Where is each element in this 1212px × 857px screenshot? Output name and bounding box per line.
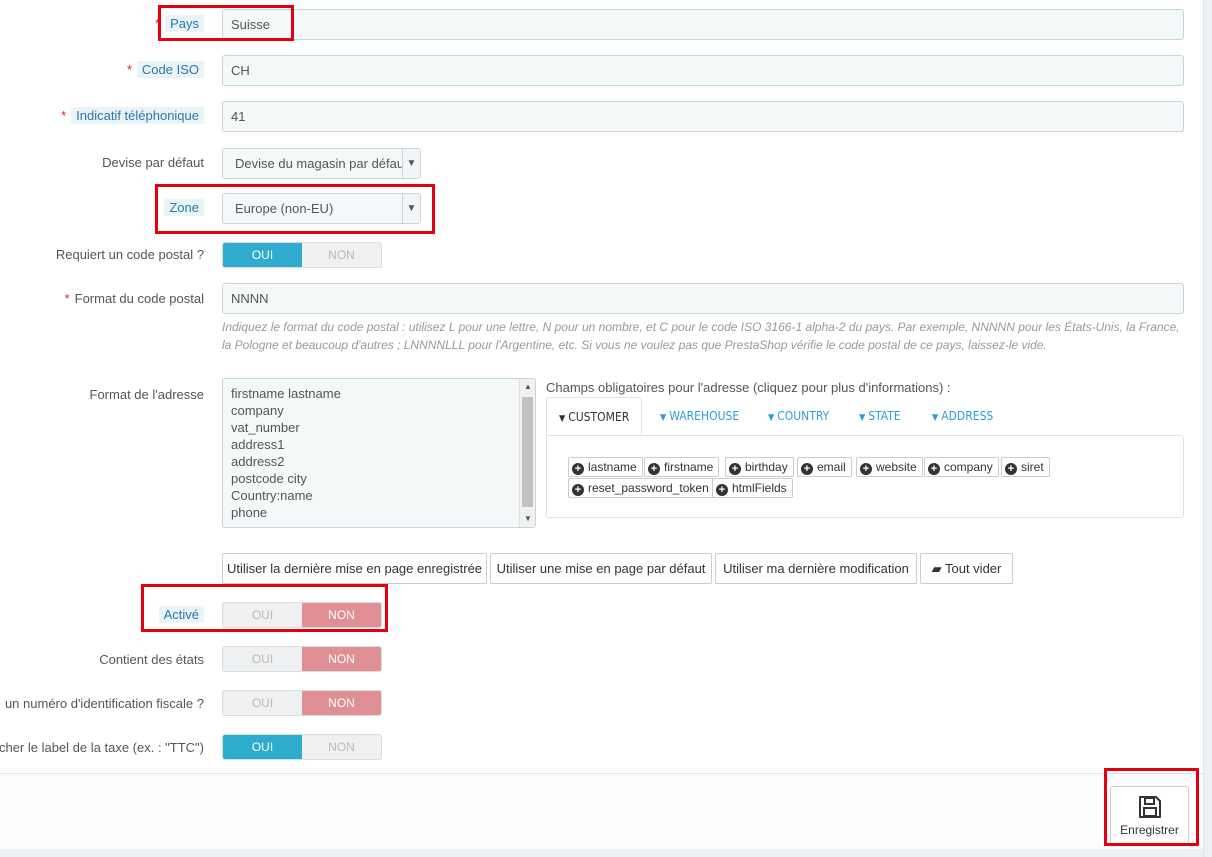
- field-chip-company[interactable]: + company: [924, 457, 999, 477]
- tax-id-switch[interactable]: OUI NON: [222, 690, 382, 716]
- form-footer: [0, 773, 1204, 849]
- tab-customer[interactable]: ▼ CUSTOMER: [546, 397, 643, 435]
- switch-no[interactable]: NON: [302, 243, 381, 267]
- zip-format-input[interactable]: NNNN: [222, 283, 1184, 314]
- tab-country[interactable]: ▼ COUNTRY: [768, 397, 829, 435]
- use-default-layout-button[interactable]: Utiliser une mise en page par défaut: [490, 553, 712, 584]
- currency-select-value: Devise du magasin par défaut: [235, 156, 408, 171]
- address-line: postcode city: [231, 471, 307, 486]
- highlight-box-save: [1104, 768, 1199, 846]
- required-fields-tabs: ▼ CUSTOMER ▼ WAREHOUSE ▼ COUNTRY ▼ STATE ▼ AD…: [546, 397, 1184, 437]
- tab-state[interactable]: ▼ STATE: [859, 397, 901, 435]
- plus-circle-icon: +: [1005, 463, 1017, 475]
- switch-yes[interactable]: OUI: [223, 243, 302, 267]
- contains-states-switch[interactable]: OUI NON: [222, 646, 382, 672]
- plus-circle-icon: +: [572, 484, 584, 496]
- address-line: Country:name: [231, 488, 313, 503]
- plus-circle-icon: +: [716, 484, 728, 496]
- phone-prefix-input[interactable]: 41: [222, 101, 1184, 132]
- scrollbar-thumb[interactable]: [522, 397, 533, 507]
- window-edge: [1203, 0, 1212, 857]
- address-line: company: [231, 403, 284, 418]
- address-line: address2: [231, 454, 285, 469]
- currency-label: Devise par défaut: [102, 155, 204, 170]
- country-edit-form: * Pays Suisse * Code ISO CH * Indicatif tél…: [0, 0, 1204, 857]
- plus-circle-icon: +: [801, 463, 813, 475]
- highlight-box-active: [141, 584, 388, 632]
- caret-down-icon: ▼: [559, 414, 566, 424]
- required-star: *: [64, 291, 70, 306]
- caret-down-icon: ▼: [859, 413, 866, 423]
- field-chip-website[interactable]: + website: [856, 457, 923, 477]
- use-last-saved-layout-button[interactable]: Utiliser la dernière mise en page enregi…: [222, 553, 487, 584]
- currency-select[interactable]: Devise du magasin par défaut ▼: [222, 148, 421, 179]
- highlight-box-zone: [155, 184, 435, 234]
- caret-down-icon: ▼: [660, 413, 667, 423]
- required-fields-panel: + lastname + firstname + birthday + email + w…: [546, 435, 1184, 518]
- eraser-icon: ▰: [931, 561, 942, 576]
- caret-down-icon: ▼: [768, 413, 775, 423]
- highlight-box-country: [158, 5, 294, 41]
- plus-circle-icon: +: [729, 463, 741, 475]
- zip-format-label: * Format du code postal: [64, 291, 204, 306]
- required-fields-title: Champs obligatoires pour l'adresse (cliq…: [546, 380, 951, 395]
- plus-circle-icon: +: [860, 463, 872, 475]
- tab-address[interactable]: ▼ ADDRESS: [932, 397, 993, 435]
- plus-circle-icon: +: [648, 463, 660, 475]
- iso-code-label: * Code ISO: [126, 61, 204, 78]
- required-star: *: [61, 108, 67, 123]
- address-line: vat_number: [231, 420, 300, 435]
- address-format-label: Format de l'adresse: [89, 387, 204, 402]
- iso-code-input[interactable]: CH: [222, 55, 1184, 86]
- address-line: firstname lastname: [231, 386, 341, 401]
- address-format-textarea[interactable]: firstname lastname company vat_number ad…: [222, 378, 536, 528]
- phone-prefix-label: * Indicatif téléphonique: [61, 107, 204, 124]
- zip-required-switch[interactable]: OUI NON: [222, 242, 382, 268]
- tab-warehouse[interactable]: ▼ WAREHOUSE: [660, 397, 739, 435]
- field-chip-email[interactable]: + email: [797, 457, 852, 477]
- switch-yes[interactable]: OUI: [223, 691, 302, 715]
- use-last-modification-button[interactable]: Utiliser ma dernière modification: [715, 553, 917, 584]
- scroll-up-icon[interactable]: ▲: [520, 379, 536, 395]
- textarea-scrollbar[interactable]: ▲ ▼: [519, 379, 535, 527]
- field-chip-firstname[interactable]: + firstname: [644, 457, 720, 477]
- switch-no[interactable]: NON: [302, 735, 381, 759]
- scroll-down-icon[interactable]: ▼: [520, 511, 536, 527]
- tax-label-label: ficher le label de la taxe (ex. : "TTC"): [0, 740, 204, 755]
- country-name-input[interactable]: Suisse: [222, 9, 1184, 40]
- field-chip-reset-password-token[interactable]: + reset_password_token: [568, 478, 715, 498]
- tax-label-switch[interactable]: OUI NON: [222, 734, 382, 760]
- contains-states-label: Contient des états: [99, 652, 204, 667]
- plus-circle-icon: +: [572, 463, 584, 475]
- required-star: *: [126, 62, 132, 77]
- caret-down-icon: ▼: [932, 413, 939, 423]
- field-chip-htmlfields[interactable]: + htmlFields: [712, 478, 793, 498]
- address-line: phone: [231, 505, 268, 520]
- switch-yes[interactable]: OUI: [223, 735, 302, 759]
- switch-no[interactable]: NON: [302, 691, 381, 715]
- zip-required-label: Requiert un code postal ?: [55, 247, 204, 262]
- address-line: address1: [231, 437, 285, 452]
- footer-edge: [0, 849, 1204, 857]
- field-chip-birthday[interactable]: + birthday: [725, 457, 794, 477]
- plus-circle-icon: +: [928, 463, 940, 475]
- switch-yes[interactable]: OUI: [223, 647, 302, 671]
- zip-format-help: Indiquez le format du code postal : util…: [222, 320, 1180, 352]
- chevron-down-icon: ▼: [402, 149, 420, 178]
- tax-id-label: un numéro d'identification fiscale ?: [4, 696, 204, 711]
- clear-all-button[interactable]: ▰ Tout vider: [920, 553, 1013, 584]
- field-chip-lastname[interactable]: + lastname: [568, 457, 643, 477]
- field-chip-siret[interactable]: + siret: [1001, 457, 1050, 477]
- switch-no[interactable]: NON: [302, 647, 381, 671]
